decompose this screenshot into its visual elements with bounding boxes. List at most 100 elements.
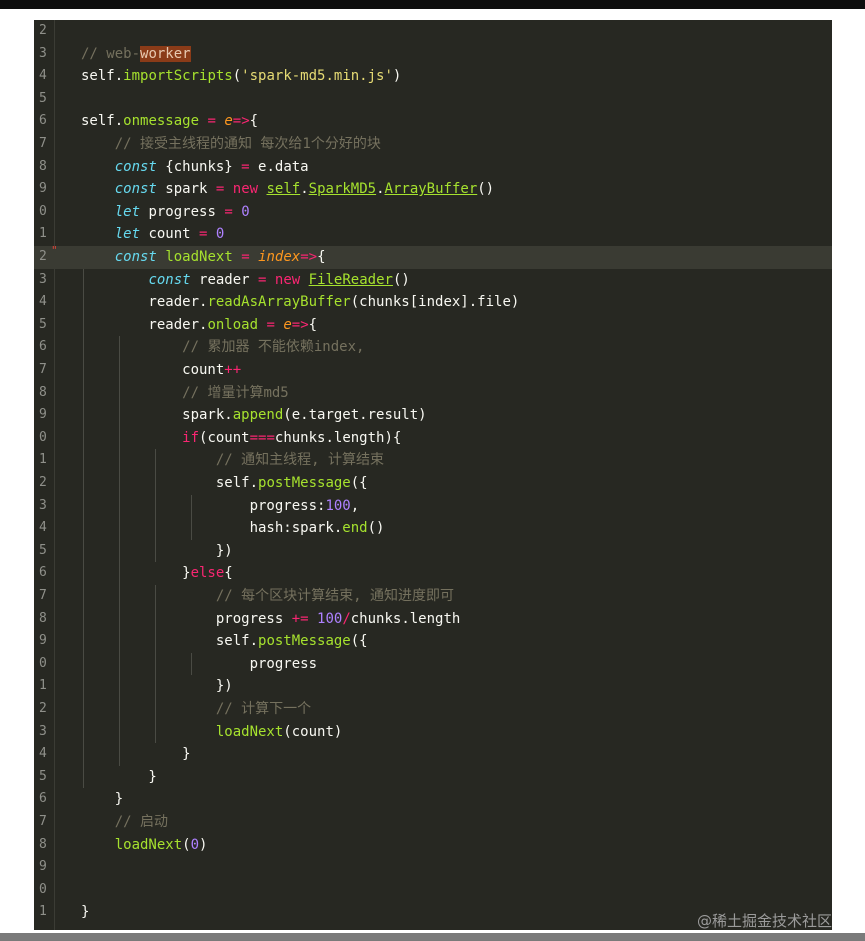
code-text: self.postMessage({ xyxy=(81,472,368,495)
code-line[interactable]: 5 }) xyxy=(34,540,832,563)
code-token: () xyxy=(367,520,385,537)
code-line[interactable]: 8 const {chunks} = e.data xyxy=(34,156,832,179)
code-token: readAsArrayBuffer xyxy=(207,294,351,311)
code-token: const xyxy=(114,181,157,198)
code-token: postMessage xyxy=(258,633,351,650)
code-text: }else{ xyxy=(81,562,233,585)
code-text: // web-worker xyxy=(81,43,191,66)
code-token: = xyxy=(241,249,250,265)
code-text: spark.append(e.target.result) xyxy=(81,404,426,427)
code-token: reader. xyxy=(81,316,208,333)
code-line[interactable]: 5 reader.onload = e=>{ xyxy=(34,314,832,337)
code-token: // 通知主线程, 计算结束 xyxy=(215,452,385,469)
code-line[interactable]: 3 progress:100, xyxy=(34,495,832,518)
code-line[interactable]: 1 }) xyxy=(34,675,832,698)
code-text: const spark = new self.SparkMD5.ArrayBuf… xyxy=(81,178,494,201)
code-token: {chunks} xyxy=(156,158,242,175)
code-line[interactable]: 6 self.onmessage = e=>{ xyxy=(34,110,832,133)
code-token: const xyxy=(114,158,157,175)
code-text: }) xyxy=(81,540,233,563)
code-line[interactable]: 7 count++ xyxy=(34,359,832,382)
code-line[interactable]: 6 } xyxy=(34,788,832,811)
code-line[interactable]: 6 // 累加器 不能依赖index, xyxy=(34,336,832,359)
code-line[interactable]: 8 progress += 100/chunks.length xyxy=(34,608,832,631)
code-line[interactable]: 2 // 计算下一个 xyxy=(34,698,832,721)
code-token: // web- xyxy=(81,45,141,62)
line-number: 1 xyxy=(39,678,47,694)
code-text: // 每个区块计算结束, 通知进度即可 xyxy=(81,585,454,608)
code-line[interactable]: 0 progress xyxy=(34,653,832,676)
code-token: } xyxy=(81,746,191,763)
top-bar xyxy=(0,0,865,9)
code-editor[interactable]: 2 3// web-worker 4 self.importScripts('spar… xyxy=(34,20,832,930)
code-line[interactable]: 7 // 每个区块计算结束, 通知进度即可 xyxy=(34,585,832,608)
code-text: const {chunks} = e.data xyxy=(81,156,309,179)
code-line[interactable]: 8 loadNext(0) xyxy=(34,834,832,857)
code-line[interactable]: 2 xyxy=(34,20,832,43)
code-token: } xyxy=(81,791,124,808)
code-token: postMessage xyxy=(258,475,351,491)
code-token: = xyxy=(266,316,275,333)
code-text: progress += 100/chunks.length xyxy=(81,608,460,631)
line-number: 5 xyxy=(39,542,47,558)
indent-guide xyxy=(83,268,84,789)
code-line[interactable]: 2 self.postMessage({ xyxy=(34,472,832,495)
code-line[interactable]: 7 // 启动 xyxy=(34,811,832,834)
code-line[interactable]: 0 xyxy=(34,879,832,902)
code-line[interactable]: 8 // 增量计算md5 xyxy=(34,382,832,405)
code-line[interactable]: 4 } xyxy=(34,743,832,766)
line-number: 0 xyxy=(39,429,47,445)
code-line[interactable]: 5 } xyxy=(34,766,832,789)
code-token: // 接受主线程的通知 每次给1个分好的块 xyxy=(114,136,381,152)
indent-guide xyxy=(119,336,120,766)
code-token: self. xyxy=(81,68,124,85)
code-token: 'spark-md5.min.js' xyxy=(241,68,393,85)
code-token: = xyxy=(224,203,233,220)
code-line[interactable]: 1 // 通知主线程, 计算结束 xyxy=(34,449,832,472)
code-token: (count) xyxy=(283,723,343,740)
indent-guide xyxy=(155,585,156,744)
code-line[interactable]: 9 xyxy=(34,856,832,879)
code-line[interactable]: 4 reader.readAsArrayBuffer(chunks[index]… xyxy=(34,291,832,314)
code-text: } xyxy=(81,788,123,811)
code-line[interactable]: 9 const spark = new self.SparkMD5.ArrayB… xyxy=(34,178,832,201)
code-line[interactable]: 0 let progress = 0 xyxy=(34,201,832,224)
code-line[interactable]: 6 }else{ xyxy=(34,562,832,585)
code-text: self.onmessage = e=>{ xyxy=(81,110,258,133)
code-token: / xyxy=(342,610,351,627)
code-line[interactable]: 1 let count = 0 xyxy=(34,223,832,246)
code-line[interactable]: 2 " const loadNext = index=>{ xyxy=(34,244,832,269)
code-token: }) xyxy=(81,542,233,559)
code-line[interactable]: 9 spark.append(e.target.result) xyxy=(34,404,832,427)
line-number: 2 xyxy=(39,23,47,38)
code-text: reader.readAsArrayBuffer(chunks[index].f… xyxy=(81,291,519,314)
code-line[interactable]: 4 hash:spark.end() xyxy=(34,517,832,540)
code-line[interactable]: 5 xyxy=(34,88,832,111)
line-number: 3 xyxy=(39,497,47,513)
code-line[interactable]: 9 self.postMessage({ xyxy=(34,630,832,653)
code-line[interactable]: 0 if(count===chunks.length){ xyxy=(34,427,832,450)
code-token: }) xyxy=(81,678,233,695)
code-line[interactable]: 4 self.importScripts('spark-md5.min.js') xyxy=(34,65,832,88)
code-line[interactable]: 3 loadNext(count) xyxy=(34,721,832,744)
code-line[interactable]: 3 const reader = new FileReader() xyxy=(34,269,832,292)
code-line[interactable]: 7 // 接受主线程的通知 每次给1个分好的块 xyxy=(34,133,832,156)
code-line[interactable]: 3 // web-worker xyxy=(34,43,832,66)
line-number: 7 xyxy=(39,136,47,151)
code-text: if(count===chunks.length){ xyxy=(81,427,401,450)
code-token: } xyxy=(81,768,157,785)
code-token: === xyxy=(249,429,275,446)
code-token: { xyxy=(224,565,233,582)
